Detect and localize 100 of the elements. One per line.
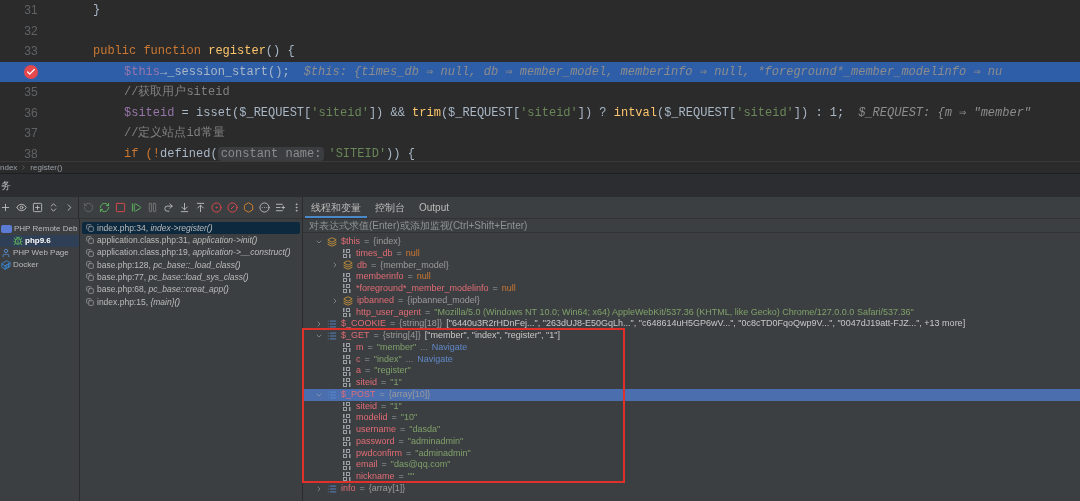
variable-row[interactable]: username = "dasda" xyxy=(303,424,1080,436)
variable-row[interactable]: ipbanned = {ipbanned_model} xyxy=(303,294,1080,307)
frame-icon xyxy=(86,236,94,245)
variable-row[interactable]: *foreground*_member_modelinfo = null xyxy=(303,283,1080,295)
service-item[interactable]: Docker xyxy=(0,259,79,271)
pause-icon[interactable] xyxy=(147,202,158,213)
rerun-icon[interactable] xyxy=(83,202,94,213)
variable-value: {member_model} xyxy=(380,258,449,272)
variable-row[interactable]: info = {array[1]} xyxy=(303,482,1080,495)
code-token: ( xyxy=(210,146,218,161)
line-number: 35 xyxy=(24,84,38,102)
service-item[interactable]: PHP Web Page xyxy=(0,247,79,259)
circle-icon[interactable] xyxy=(259,202,270,213)
binary-value-icon xyxy=(343,460,352,470)
breadcrumb-item[interactable]: register() xyxy=(30,161,63,174)
variable-row[interactable]: c = "index" ... Navigate xyxy=(303,353,1080,366)
code-editor[interactable] xyxy=(0,0,1080,161)
code-token: intval xyxy=(613,105,657,120)
step-out-icon[interactable] xyxy=(195,202,206,213)
variable-row[interactable]: siteid = "1" xyxy=(303,400,1080,413)
variable-row[interactable]: http_user_agent = "Mozilla/5.0 (Windows NT 10.0; Win64; x64) AppleWebKit/537.36 (KHTML, like Gecko) Chrome/127.0.0.0 Safari/537.36" xyxy=(303,306,1080,319)
restart-icon[interactable] xyxy=(99,202,110,213)
equals-sign: = xyxy=(371,258,377,272)
list-add-icon[interactable] xyxy=(275,202,286,213)
variable-row[interactable]: $this = {index} xyxy=(303,236,1080,248)
variable-row[interactable]: db = {member_model} xyxy=(303,259,1080,272)
panel-tab[interactable]: Output xyxy=(413,198,456,218)
stack-frame[interactable]: base.php:77, pc_base::load_sys_class() xyxy=(82,271,300,284)
code-token: defined xyxy=(160,146,211,161)
code-token: () { xyxy=(265,44,295,59)
code-token: isset xyxy=(196,105,233,120)
mute-breakpoints-icon[interactable] xyxy=(227,202,238,213)
variable-value: "" xyxy=(407,470,415,484)
expand-collapse-icon[interactable] xyxy=(48,202,59,213)
breakpoint-icon[interactable] xyxy=(24,64,38,79)
stack-frame[interactable]: base.php:68, pc_base::creat_app() xyxy=(82,283,300,296)
variable-name: m xyxy=(356,340,364,354)
navigate-link[interactable]: Navigate xyxy=(417,352,453,367)
service-item[interactable]: php9.6 xyxy=(0,235,79,247)
panel-tab[interactable]: 控制台 xyxy=(369,198,411,218)
variable-row[interactable]: $_COOKIE = {string[18]} ["6440u3R2rHDnFej...", "263dUJ8-E50GqLh...", "c648614uH5GP6wV...", "0c8cTD0FqoQwp9V...", "0047dJ19att-FJZ...", +13 more] xyxy=(303,318,1080,330)
variable-row[interactable]: email = "das@qq.com" xyxy=(303,459,1080,471)
variable-row[interactable]: password = "adminadmin" xyxy=(303,435,1080,448)
equals-sign: = xyxy=(400,423,406,437)
object-icon xyxy=(343,295,353,306)
eye-icon[interactable] xyxy=(16,202,27,213)
equals-sign: = xyxy=(396,246,402,260)
binary-value-icon xyxy=(343,413,352,423)
frame-icon xyxy=(86,297,94,306)
variable-value: {array[1]} xyxy=(368,481,406,495)
stop-icon[interactable] xyxy=(115,202,126,213)
code-token: ($_REQUEST[ xyxy=(440,105,521,120)
variable-name: password xyxy=(356,434,395,448)
frame-icon xyxy=(86,248,94,257)
variable-row[interactable]: a = "register" xyxy=(303,365,1080,377)
variable-row[interactable]: nickname = "" xyxy=(303,471,1080,483)
variable-row[interactable]: memberinfo = null xyxy=(303,271,1080,283)
variable-value: {ipbanned_model} xyxy=(407,293,480,307)
stack-frame[interactable]: application.class.php:19, application->__construct() xyxy=(82,246,300,259)
step-over-icon[interactable] xyxy=(163,202,174,213)
stack-frame[interactable]: base.php:128, pc_base::_load_class() xyxy=(82,258,300,272)
stack-frame[interactable]: application.class.php:31, application->init() xyxy=(82,234,300,247)
binary-value-icon xyxy=(343,354,352,364)
variable-name: times_db xyxy=(356,246,393,260)
evaluate-expression-field[interactable]: 对表达式求值(Enter)或添加监视(Ctrl+Shift+Enter) xyxy=(303,219,1080,233)
stack-frame[interactable]: index.php:15, {main}() xyxy=(82,295,300,309)
add-icon[interactable] xyxy=(0,202,11,213)
breakpoints-icon[interactable] xyxy=(211,202,222,213)
variable-row[interactable]: m = "member" ... Navigate xyxy=(303,341,1080,354)
equals-sign: = xyxy=(367,340,373,354)
equals-sign: = xyxy=(373,329,379,343)
variable-row[interactable]: $_GET = {string[4]} ["member", "index", "register", "1"] xyxy=(303,330,1080,342)
service-item[interactable]: PHP Remote Deb xyxy=(0,223,79,235)
variable-name: $_GET xyxy=(341,329,370,343)
code-token: public function xyxy=(93,44,203,59)
variable-value: "member" xyxy=(376,340,417,354)
variable-name: $_POST xyxy=(341,387,376,401)
array-icon xyxy=(327,389,337,400)
add-square-icon[interactable] xyxy=(32,202,43,213)
expand-icon[interactable] xyxy=(331,296,339,305)
variable-row[interactable]: pwdconfirm = "adminadmin" xyxy=(303,447,1080,460)
code-token: 'SITEID' xyxy=(328,146,387,161)
variable-name: siteid xyxy=(356,376,377,390)
code-token: } xyxy=(93,3,101,18)
navigate-link[interactable]: Navigate xyxy=(431,340,468,355)
frame-icon xyxy=(86,285,94,294)
binary-value-icon xyxy=(343,343,352,353)
expand-icon[interactable] xyxy=(315,484,323,493)
variable-row[interactable]: modelid = "10" xyxy=(303,412,1080,424)
variable-row[interactable]: times_db = null xyxy=(303,247,1080,260)
variable-name: memberinfo xyxy=(356,270,404,284)
resume-icon[interactable] xyxy=(131,202,142,213)
variable-row[interactable]: siteid = "1" xyxy=(303,377,1080,389)
equals-sign: = xyxy=(398,470,404,484)
hexagon-icon[interactable] xyxy=(243,202,254,213)
step-into-icon[interactable] xyxy=(179,202,190,213)
expand-icon[interactable] xyxy=(331,261,339,270)
breadcrumb-item[interactable]: ndex xyxy=(0,161,18,174)
stack-frame[interactable]: index.php:34, index->register() xyxy=(82,222,300,235)
expand-icon[interactable] xyxy=(315,320,323,329)
